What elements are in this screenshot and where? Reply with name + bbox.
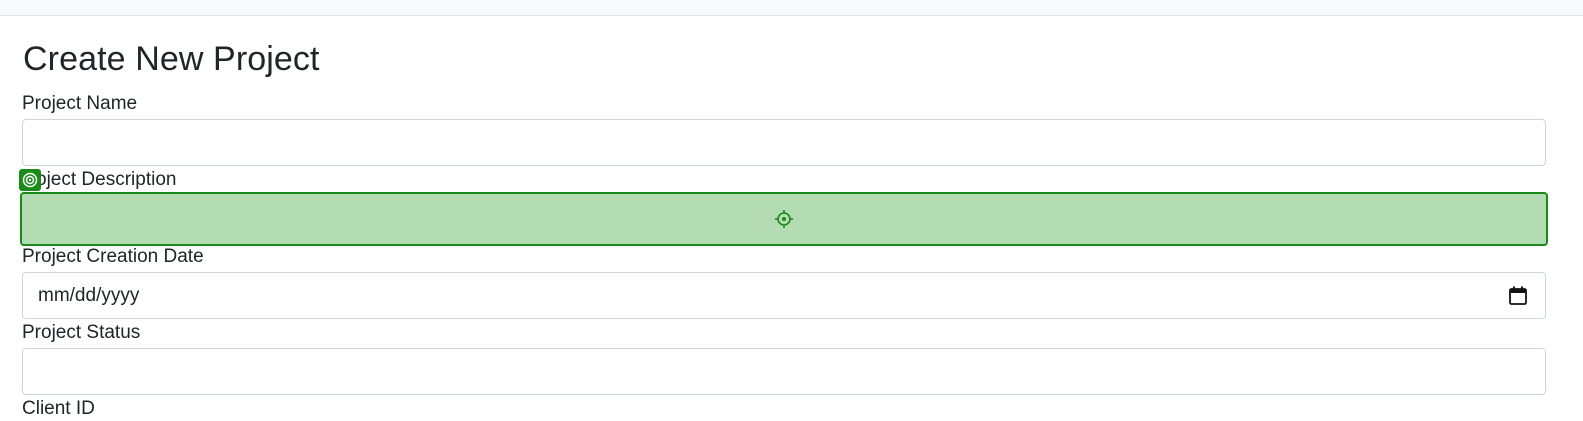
project-status-label: Project Status: [22, 322, 141, 343]
client-id-label: Client ID: [22, 398, 95, 419]
create-project-form: Create New Project Project Name oject De…: [19, 16, 1560, 419]
project-description-input[interactable]: [20, 192, 1548, 246]
project-creation-date-label: Project Creation Date: [22, 246, 204, 267]
project-name-input[interactable]: [22, 119, 1546, 166]
crosshair-icon: [775, 210, 793, 228]
date-placeholder: mm/dd/yyyy: [38, 285, 140, 306]
top-navbar: [0, 0, 1583, 16]
project-description-label: oject Description: [36, 169, 177, 190]
project-creation-date-input[interactable]: mm/dd/yyyy: [22, 272, 1546, 319]
calendar-icon[interactable]: [1509, 286, 1527, 305]
page-title: Create New Project: [23, 40, 320, 78]
project-name-label: Project Name: [22, 93, 138, 114]
target-marker-icon: [19, 169, 41, 191]
project-status-input[interactable]: [22, 348, 1546, 395]
